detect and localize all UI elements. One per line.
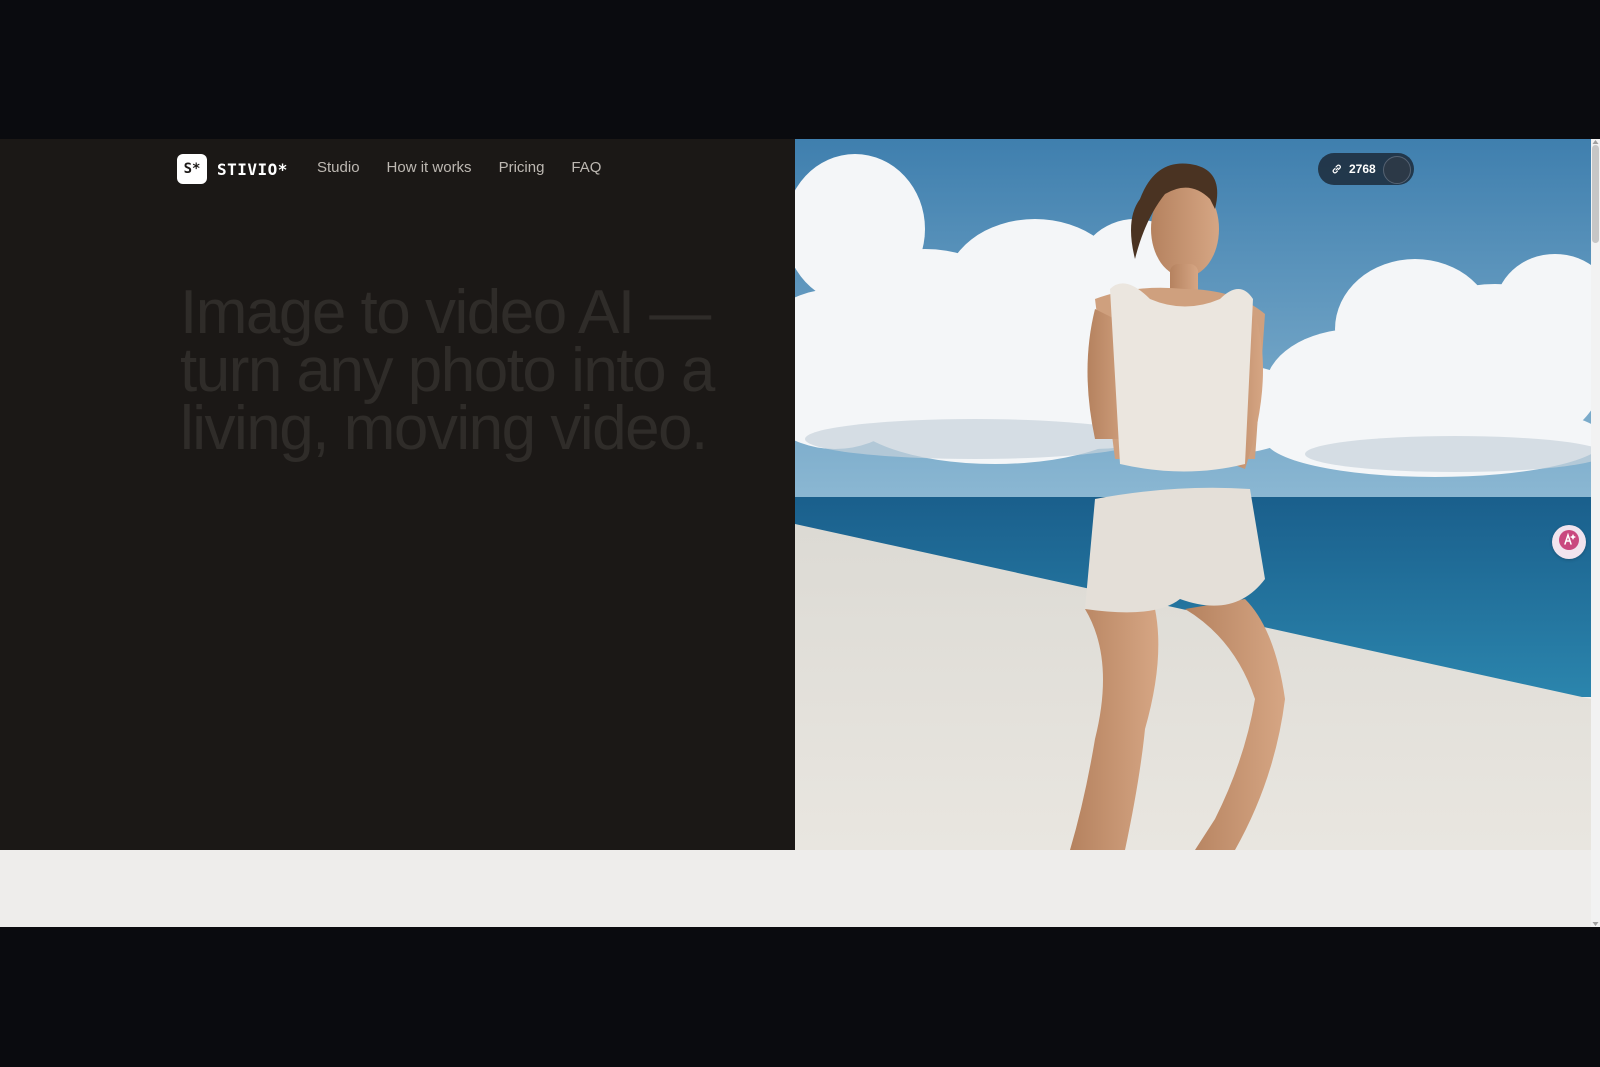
brand-name: STIVIO* (217, 159, 288, 179)
brand[interactable]: S* STIVIO* (177, 154, 288, 184)
hero-video-frame (795, 139, 1591, 850)
counter-avatar[interactable] (1383, 156, 1411, 184)
counter-pill[interactable]: 2768 (1318, 153, 1414, 185)
logo-mark: S* (177, 154, 207, 184)
hero-left-panel: S* STIVIO* Studio How it works Pricing F… (0, 139, 795, 850)
nav-link-how-it-works[interactable]: How it works (387, 159, 472, 176)
hero-video[interactable] (795, 139, 1591, 850)
scroll-down-arrow-icon[interactable] (1592, 921, 1599, 927)
link-icon (1331, 163, 1343, 175)
runner-shorts (1085, 487, 1265, 613)
page-scrollbar[interactable] (1591, 139, 1600, 927)
headline-line-3: living, moving video. (180, 394, 708, 463)
browser-viewport: S* STIVIO* Studio How it works Pricing F… (0, 139, 1600, 927)
floating-widget-button[interactable] (1552, 525, 1586, 559)
runner-top (1110, 283, 1253, 472)
main-nav: Studio How it works Pricing FAQ (317, 159, 601, 176)
nav-link-pricing[interactable]: Pricing (499, 159, 545, 176)
counter-value: 2768 (1349, 162, 1376, 176)
nav-link-faq[interactable]: FAQ (571, 159, 601, 176)
sparkle-translate-icon (1558, 529, 1580, 556)
hero-headline: Image to video AI — turn any photo into … (180, 282, 780, 460)
scrollbar-thumb[interactable] (1592, 145, 1599, 243)
nav-link-studio[interactable]: Studio (317, 159, 360, 176)
